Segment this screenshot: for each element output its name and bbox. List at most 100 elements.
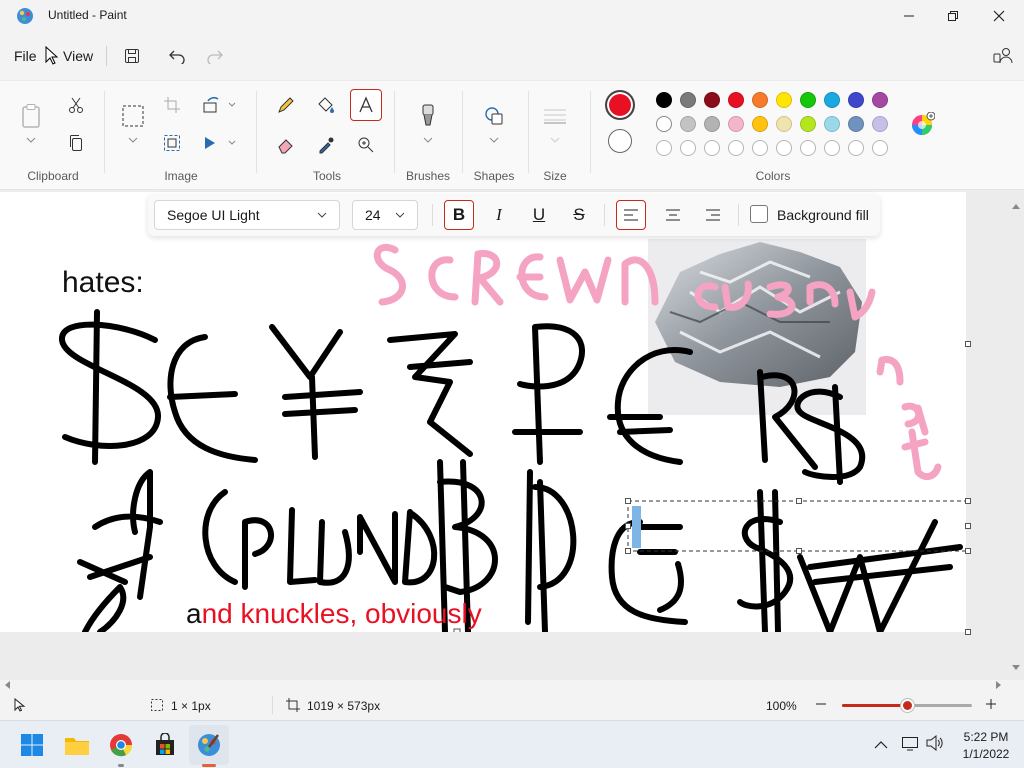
- custom-color-slot[interactable]: [752, 140, 768, 156]
- selection-handle[interactable]: [625, 523, 631, 529]
- flip-icon[interactable]: [200, 131, 240, 155]
- fill-bucket-icon[interactable]: [312, 91, 340, 119]
- chrome-icon[interactable]: [101, 725, 141, 765]
- selection-handle[interactable]: [625, 548, 631, 554]
- palette-color-swatch[interactable]: [656, 116, 672, 132]
- zoom-slider-thumb[interactable]: [901, 699, 914, 712]
- palette-color-swatch[interactable]: [872, 92, 888, 108]
- palette-color-swatch[interactable]: [704, 116, 720, 132]
- font-size-dropdown[interactable]: 24: [352, 200, 418, 230]
- clock-time[interactable]: 5:22 PM: [962, 730, 1010, 744]
- magnifier-icon[interactable]: [352, 131, 380, 159]
- brush-chevron-down-icon[interactable]: [419, 133, 437, 147]
- paint-taskbar-icon[interactable]: [189, 725, 229, 765]
- palette-color-swatch[interactable]: [680, 116, 696, 132]
- italic-icon[interactable]: I: [484, 200, 514, 230]
- align-left-icon[interactable]: [616, 200, 646, 230]
- scroll-right-icon[interactable]: [996, 676, 1004, 689]
- shapes-icon[interactable]: [480, 101, 508, 131]
- palette-color-swatch[interactable]: [824, 92, 840, 108]
- canvas-resize-handle[interactable]: [965, 629, 971, 635]
- selection-handle[interactable]: [796, 498, 802, 504]
- resize-icon[interactable]: [160, 131, 184, 155]
- secondary-color-swatch[interactable]: [608, 129, 632, 153]
- text-tool-icon[interactable]: [350, 89, 382, 121]
- zoom-in-icon[interactable]: [984, 697, 1000, 713]
- custom-color-slot[interactable]: [800, 140, 816, 156]
- start-icon[interactable]: [12, 725, 52, 765]
- canvas-resize-handle[interactable]: [965, 341, 971, 347]
- rotate-icon[interactable]: [200, 93, 240, 117]
- minimize-button[interactable]: [886, 0, 932, 32]
- edit-colors-icon[interactable]: [910, 111, 936, 137]
- volume-icon[interactable]: [926, 734, 944, 756]
- paste-icon[interactable]: [18, 101, 44, 131]
- crop-icon[interactable]: [160, 93, 184, 117]
- underline-icon[interactable]: U: [524, 200, 554, 230]
- palette-color-swatch[interactable]: [728, 92, 744, 108]
- copy-icon[interactable]: [64, 131, 88, 155]
- menu-view[interactable]: View: [63, 48, 93, 64]
- background-fill-checkbox[interactable]: [750, 205, 768, 223]
- palette-color-swatch[interactable]: [776, 116, 792, 132]
- palette-color-swatch[interactable]: [800, 116, 816, 132]
- custom-color-slot[interactable]: [872, 140, 888, 156]
- selection-handle[interactable]: [965, 548, 971, 554]
- palette-color-swatch[interactable]: [848, 116, 864, 132]
- menu-file[interactable]: File: [14, 48, 37, 64]
- strikethrough-icon[interactable]: S: [564, 200, 594, 230]
- align-center-icon[interactable]: [658, 200, 688, 230]
- drawing-canvas[interactable]: hates: and knuckles, obviously: [0, 192, 966, 632]
- font-family-dropdown[interactable]: Segoe UI Light: [154, 200, 340, 230]
- zoom-slider[interactable]: [842, 699, 972, 712]
- palette-color-swatch[interactable]: [752, 92, 768, 108]
- palette-color-swatch[interactable]: [800, 92, 816, 108]
- pencil-icon[interactable]: [272, 91, 300, 119]
- custom-color-slot[interactable]: [656, 140, 672, 156]
- save-icon[interactable]: [119, 44, 145, 68]
- palette-color-swatch[interactable]: [752, 116, 768, 132]
- palette-color-swatch[interactable]: [872, 116, 888, 132]
- palette-color-swatch[interactable]: [728, 116, 744, 132]
- align-right-icon[interactable]: [698, 200, 728, 230]
- palette-color-swatch[interactable]: [680, 92, 696, 108]
- eraser-icon[interactable]: [272, 131, 300, 159]
- palette-color-swatch[interactable]: [656, 92, 672, 108]
- palette-color-swatch[interactable]: [704, 92, 720, 108]
- palette-color-swatch[interactable]: [776, 92, 792, 108]
- shapes-chevron-down-icon[interactable]: [485, 133, 503, 147]
- redo-icon[interactable]: [202, 44, 228, 68]
- paste-chevron-down-icon[interactable]: [22, 133, 40, 147]
- chevron-up-icon[interactable]: [874, 737, 888, 755]
- palette-color-swatch[interactable]: [848, 92, 864, 108]
- custom-color-slot[interactable]: [704, 140, 720, 156]
- maximize-button[interactable]: [930, 0, 976, 32]
- scroll-up-icon[interactable]: [1012, 196, 1020, 209]
- selection-handle[interactable]: [965, 498, 971, 504]
- custom-color-slot[interactable]: [680, 140, 696, 156]
- store-icon[interactable]: [145, 725, 185, 765]
- select-chevron-down-icon[interactable]: [124, 133, 142, 147]
- network-icon[interactable]: [901, 735, 919, 756]
- custom-color-slot[interactable]: [848, 140, 864, 156]
- scroll-down-icon[interactable]: [1012, 658, 1020, 670]
- brush-icon[interactable]: [414, 101, 442, 131]
- bold-icon[interactable]: B: [444, 200, 474, 230]
- selection-handle[interactable]: [625, 498, 631, 504]
- primary-color-swatch[interactable]: [605, 90, 635, 120]
- account-icon[interactable]: [990, 44, 1016, 68]
- selection-handle[interactable]: [965, 523, 971, 529]
- clock-date[interactable]: 1/1/2022: [962, 747, 1010, 761]
- zoom-out-icon[interactable]: [814, 697, 830, 713]
- palette-color-swatch[interactable]: [824, 116, 840, 132]
- selection-handle[interactable]: [796, 548, 802, 554]
- custom-color-slot[interactable]: [728, 140, 744, 156]
- undo-icon[interactable]: [164, 44, 190, 68]
- close-button[interactable]: [976, 0, 1022, 32]
- custom-color-slot[interactable]: [776, 140, 792, 156]
- select-icon[interactable]: [120, 103, 146, 129]
- scroll-left-icon[interactable]: [4, 676, 12, 689]
- file-explorer-icon[interactable]: [57, 725, 97, 765]
- custom-color-slot[interactable]: [824, 140, 840, 156]
- cut-icon[interactable]: [64, 93, 88, 117]
